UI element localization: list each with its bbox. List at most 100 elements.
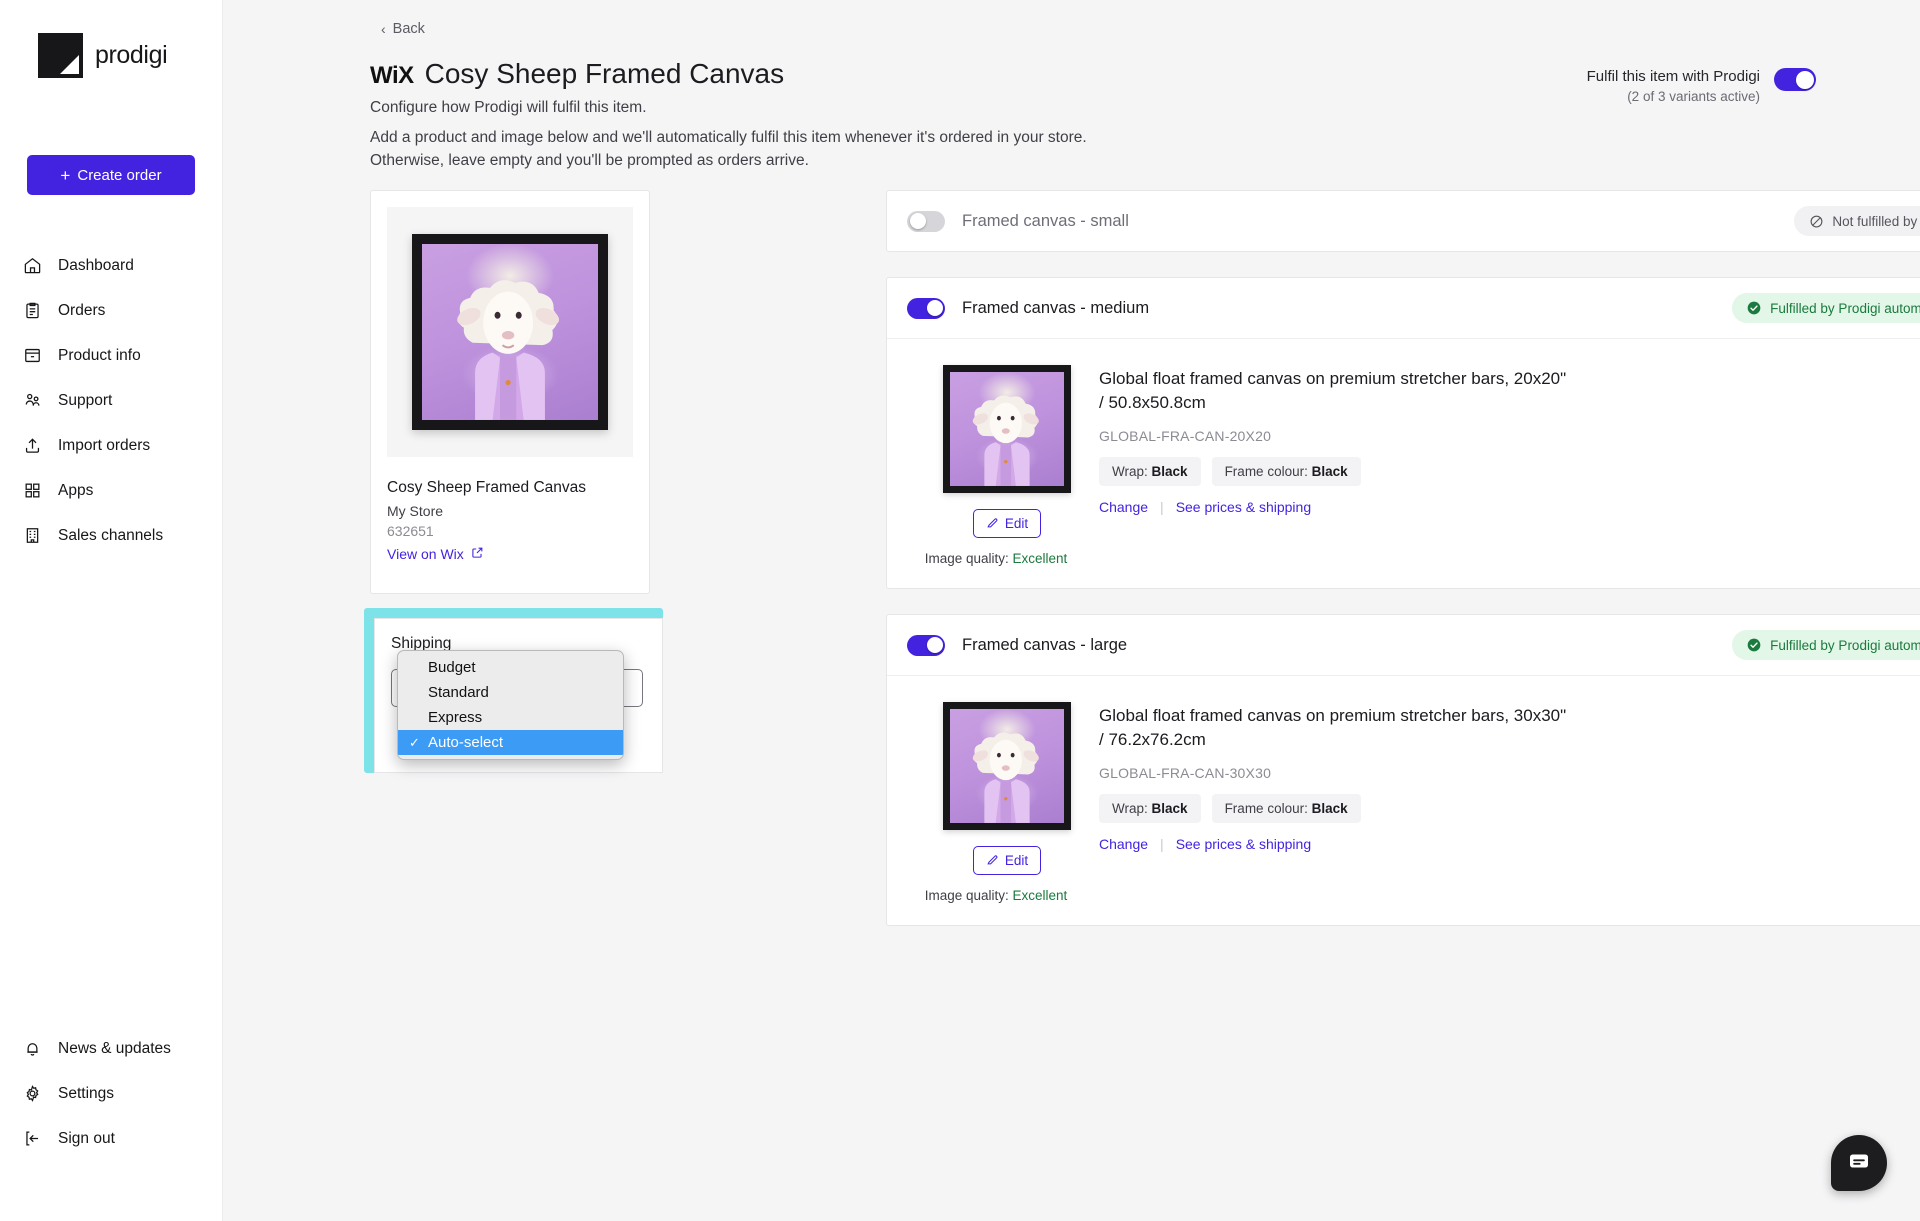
sidebar-item-label: Settings — [58, 1084, 115, 1102]
status-badge: Not fulfilled by Prodigi — [1794, 206, 1920, 236]
shipping-dropdown-menu[interactable]: Budget Standard Express ✓ Auto-select — [397, 650, 624, 760]
sidebar-item-label: Apps — [58, 481, 94, 499]
sidebar-item-news-updates[interactable]: News & updates — [0, 1026, 223, 1071]
plus-icon: + — [60, 165, 71, 185]
variant-title: Framed canvas - medium — [962, 298, 1150, 317]
variant-title: Framed canvas - large — [962, 635, 1128, 654]
sidebar-item-settings[interactable]: Settings — [0, 1071, 223, 1116]
edit-pencil-icon — [986, 516, 999, 532]
sidebar-item-sales-channels[interactable]: Sales channels — [0, 513, 223, 558]
variant-toggle-small[interactable] — [907, 210, 945, 232]
shipping-option-label: Express — [428, 709, 483, 726]
variant-panel-large: Framed canvas - large Fulfilled by Prodi… — [886, 614, 1920, 926]
edit-button[interactable]: Edit — [973, 846, 1041, 875]
variant-header: Framed canvas - large Fulfilled by Prodi… — [887, 615, 1920, 675]
sidebar-item-apps[interactable]: Apps — [0, 468, 223, 513]
change-link[interactable]: Change — [1099, 499, 1148, 515]
sidebar-item-import-orders[interactable]: Import orders — [0, 423, 223, 468]
variant-toggle-medium[interactable] — [907, 297, 945, 319]
fulfil-toggle-switch[interactable] — [1774, 68, 1816, 91]
status-badge: Fulfilled by Prodigi automatically — [1732, 293, 1920, 323]
status-badge-label: Fulfilled by Prodigi automatically — [1770, 637, 1920, 653]
variant-header: Framed canvas - small Not fulfilled by P… — [887, 191, 1920, 251]
shipping-option-budget[interactable]: Budget — [398, 655, 623, 680]
variant-product-name: Global float framed canvas on premium st… — [1099, 369, 1567, 413]
status-badge-label: Fulfilled by Prodigi automatically — [1770, 300, 1920, 316]
wix-logo: WiX — [370, 62, 414, 89]
prodigi-mark-icon — [38, 33, 83, 78]
attribute-label: Frame colour: — [1224, 464, 1308, 480]
shipping-option-auto-select[interactable]: ✓ Auto-select — [398, 730, 623, 755]
attribute-label: Frame colour: — [1224, 801, 1308, 817]
sidebar-nav-bottom: News & updates Settings Sign out — [0, 1026, 223, 1161]
image-quality-value: Excellent — [1012, 551, 1068, 566]
variant-sku: GLOBAL-FRA-CAN-30X30 — [1099, 765, 1272, 782]
see-prices-shipping-link[interactable]: See prices & shipping — [1176, 836, 1311, 852]
attribute-value: Black — [1311, 464, 1348, 480]
sidebar-item-label: Orders — [58, 301, 106, 319]
image-quality-value: Excellent — [1012, 888, 1068, 903]
product-card: Cosy Sheep Framed Canvas My Store 632651… — [370, 190, 650, 594]
shipping-option-express[interactable]: Express — [398, 705, 623, 730]
sidebar-item-support[interactable]: Support — [0, 378, 223, 423]
change-link[interactable]: Change — [1099, 836, 1148, 852]
image-quality: Image quality: Excellent — [921, 551, 1071, 566]
edit-label: Edit — [1004, 853, 1029, 868]
variant-header: Framed canvas - medium Fulfilled by Prod… — [887, 278, 1920, 338]
sidebar-item-product-info[interactable]: Product info — [0, 333, 223, 378]
home-icon — [22, 256, 42, 276]
variant-links: Change | See prices & shipping — [1099, 499, 1920, 515]
shipping-option-label: Budget — [428, 659, 476, 676]
sidebar-item-label: Dashboard — [58, 256, 134, 274]
sidebar-item-orders[interactable]: Orders — [0, 288, 223, 333]
sheep-illustration-icon — [972, 732, 1039, 823]
shipping-option-standard[interactable]: Standard — [398, 680, 623, 705]
sheep-illustration-icon — [972, 395, 1039, 486]
variant-toggle-large[interactable] — [907, 634, 945, 656]
attribute-wrap: Wrap: Black — [1099, 457, 1201, 487]
create-order-button[interactable]: + Create order — [27, 155, 195, 195]
page-description-line1: Add a product and image below and we'll … — [370, 129, 1087, 146]
sidebar-item-label: Import orders — [58, 436, 151, 454]
sidebar-item-sign-out[interactable]: Sign out — [0, 1116, 223, 1161]
check-icon: ✓ — [409, 735, 420, 750]
attribute-wrap: Wrap: Black — [1099, 794, 1201, 824]
building-icon — [22, 526, 42, 546]
no-entry-icon — [1808, 213, 1824, 229]
chat-bubble-icon — [1847, 1149, 1871, 1178]
archive-icon — [22, 346, 42, 366]
product-image-container — [387, 207, 633, 457]
link-separator: | — [1160, 836, 1164, 853]
view-on-wix-label: View on Wix — [387, 546, 464, 562]
chat-support-button[interactable] — [1831, 1135, 1887, 1191]
sign-out-icon — [22, 1129, 42, 1149]
product-summary-column: Cosy Sheep Framed Canvas My Store 632651… — [370, 190, 650, 594]
variant-artwork-thumb — [943, 702, 1071, 830]
attribute-frame-colour: Frame colour: Black — [1211, 794, 1361, 824]
status-badge: Fulfilled by Prodigi automatically — [1732, 630, 1920, 660]
page-description-line2: Otherwise, leave empty and you'll be pro… — [370, 151, 809, 169]
create-order-label: Create order — [77, 166, 162, 184]
variant-header-left: Framed canvas - large — [907, 634, 1128, 656]
toggle-knob — [926, 300, 943, 316]
sidebar: prodigi + Create order Dashboard Orders … — [0, 0, 223, 1221]
clipboard-icon — [22, 301, 42, 321]
variant-product-name: Global float framed canvas on premium st… — [1099, 706, 1567, 750]
attribute-value: Black — [1311, 801, 1348, 817]
variant-attributes: Wrap: Black Frame colour: Black — [1099, 457, 1920, 487]
product-store: My Store — [387, 503, 444, 519]
variant-header-left: Framed canvas - small — [907, 210, 1129, 232]
back-button[interactable]: ‹ Back — [381, 21, 425, 37]
shipping-option-label: Standard — [428, 684, 489, 701]
variant-thumb-column: Edit Image quality: Excellent — [925, 365, 1071, 566]
see-prices-shipping-link[interactable]: See prices & shipping — [1176, 499, 1311, 515]
back-label: Back — [392, 21, 425, 37]
link-separator: | — [1160, 499, 1164, 516]
gear-icon — [22, 1084, 42, 1104]
view-on-wix-link[interactable]: View on Wix — [387, 546, 633, 562]
variant-body: Edit Image quality: Excellent Global flo… — [887, 675, 1920, 925]
edit-button[interactable]: Edit — [973, 509, 1041, 538]
brand-logo[interactable]: prodigi — [38, 33, 168, 78]
sidebar-item-dashboard[interactable]: Dashboard — [0, 243, 223, 288]
check-circle-icon — [1746, 637, 1762, 653]
